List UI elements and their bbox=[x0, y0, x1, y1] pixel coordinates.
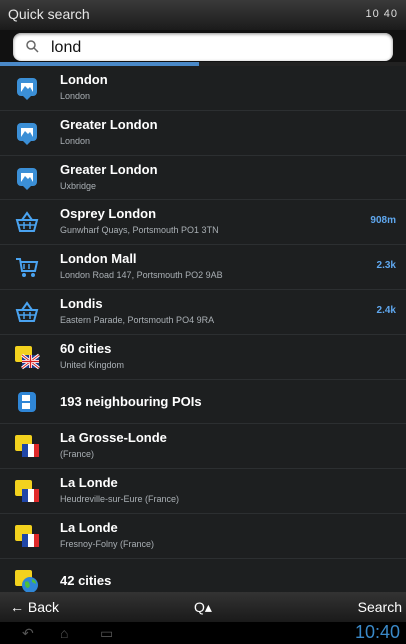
result-distance: 2.4k bbox=[376, 304, 396, 316]
list-item[interactable]: 193 neighbouring POIs bbox=[0, 379, 406, 425]
france-flag-folder-icon bbox=[14, 523, 40, 549]
back-label: Back bbox=[27, 599, 60, 615]
result-subtitle: Uxbridge bbox=[60, 180, 97, 191]
map-pin-icon bbox=[14, 75, 40, 101]
result-subtitle: Eastern Parade, Portsmouth PO4 9RA bbox=[60, 314, 215, 325]
list-item[interactable]: London Mall London Road 147, Portsmouth P… bbox=[0, 245, 406, 290]
result-name: 193 neighbouring POIs bbox=[60, 393, 202, 409]
map-pin-icon bbox=[14, 120, 40, 146]
search-box[interactable] bbox=[13, 33, 393, 61]
result-subtitle: Heudreville-sur-Eure (France) bbox=[60, 494, 180, 505]
fuel-icon bbox=[14, 389, 40, 415]
list-item[interactable]: Londis Eastern Parade, Portsmouth PO4 9RA… bbox=[0, 289, 406, 335]
result-subtitle: (France) bbox=[60, 449, 95, 460]
globe-folder-icon bbox=[14, 568, 40, 592]
result-subtitle: United Kingdom bbox=[60, 359, 125, 370]
home-nav-icon[interactable]: ⌂ bbox=[60, 625, 68, 641]
result-name: London Mall bbox=[60, 251, 137, 267]
uk-flag-folder-icon bbox=[14, 344, 40, 370]
list-item[interactable]: 60 cities United Kingdom bbox=[0, 334, 406, 380]
clock: 10:40 bbox=[354, 622, 400, 642]
france-flag-folder-icon bbox=[14, 478, 40, 504]
bottom-action-bar: ← Back Q▴ Search bbox=[0, 592, 406, 622]
result-name: La Londe bbox=[60, 475, 118, 491]
result-distance: 908m bbox=[370, 215, 396, 227]
search-button[interactable]: Search bbox=[358, 599, 402, 615]
result-subtitle: London Road 147, Portsmouth PO2 9AB bbox=[60, 270, 223, 281]
shopping-basket-icon bbox=[14, 209, 40, 235]
result-name: Greater London bbox=[60, 116, 158, 132]
system-nav-bar: ↶ ⌂ ▭ 10:40 bbox=[0, 622, 406, 644]
map-pin-icon bbox=[14, 165, 40, 191]
list-item[interactable]: Greater London London bbox=[0, 110, 406, 156]
list-item[interactable]: La Grosse-Londe (France) bbox=[0, 424, 406, 470]
recent-apps-icon[interactable]: ▭ bbox=[100, 625, 113, 642]
back-button[interactable]: ← Back bbox=[10, 599, 59, 615]
status-bar: Quick search 10 40 bbox=[0, 0, 406, 30]
result-name: 60 cities bbox=[60, 340, 112, 356]
list-item[interactable]: Osprey London Gunwharf Quays, Portsmouth … bbox=[0, 200, 406, 246]
result-subtitle: London bbox=[60, 91, 91, 101]
shopping-basket-icon bbox=[14, 299, 40, 325]
result-name: Greater London bbox=[60, 161, 158, 177]
result-subtitle: Gunwharf Quays, Portsmouth PO1 3TN bbox=[60, 225, 219, 236]
result-name: Osprey London bbox=[60, 206, 157, 222]
list-item[interactable]: 42 cities bbox=[0, 558, 406, 592]
back-nav-icon[interactable]: ↶ bbox=[22, 625, 34, 642]
result-name: 42 cities bbox=[60, 572, 112, 588]
list-item[interactable]: Greater London Uxbridge bbox=[0, 155, 406, 201]
list-item[interactable]: La Londe Fresnoy-Folny (France) bbox=[0, 513, 406, 559]
search-menu-button[interactable]: Q▴ bbox=[194, 599, 212, 616]
status-indicators: 10 40 bbox=[365, 8, 398, 20]
result-subtitle: London bbox=[60, 135, 91, 146]
result-name: La Londe bbox=[60, 519, 118, 535]
france-flag-folder-icon bbox=[14, 433, 40, 459]
results-list[interactable]: London London Greater London London Greater … bbox=[0, 66, 406, 592]
search-icon bbox=[26, 40, 39, 53]
result-subtitle: Fresnoy-Folny (France) bbox=[60, 538, 155, 549]
result-name: London bbox=[60, 72, 108, 87]
result-distance: 2.3k bbox=[376, 260, 396, 272]
result-name: Londis bbox=[60, 295, 103, 311]
search-input[interactable] bbox=[49, 36, 383, 60]
shopping-cart-icon bbox=[14, 254, 40, 280]
app-title: Quick search bbox=[8, 6, 90, 22]
list-item[interactable]: London London bbox=[0, 66, 406, 111]
list-item[interactable]: La Londe Heudreville-sur-Eure (France) bbox=[0, 469, 406, 514]
search-menu-label: Q bbox=[194, 599, 205, 615]
search-row bbox=[0, 30, 406, 66]
result-name: La Grosse-Londe bbox=[60, 430, 167, 446]
